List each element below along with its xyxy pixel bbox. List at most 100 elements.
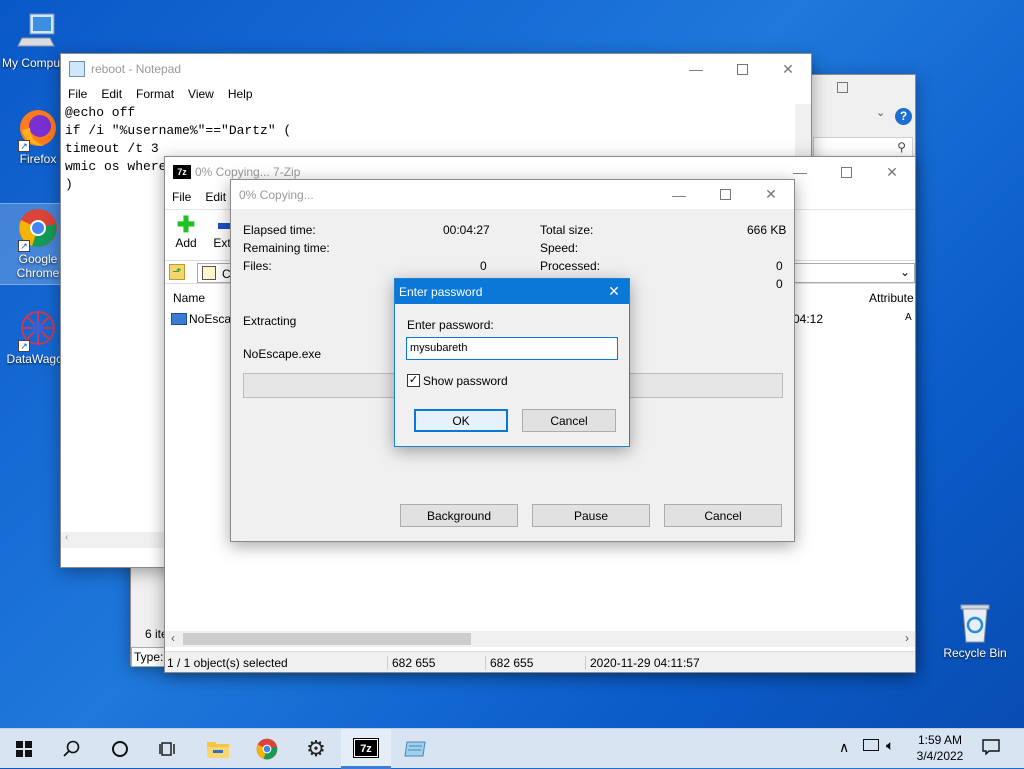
cortana-circle-icon [112,741,128,757]
taskbar-file-explorer[interactable] [194,729,242,769]
task-view-button[interactable] [144,729,192,769]
notification-button[interactable] [982,739,1000,756]
shortcut-arrow-icon: ↗ [18,140,30,152]
up-folder-icon[interactable]: ⬏ [169,264,185,280]
chevron-down-icon[interactable]: ⌄ [900,265,910,279]
volume-icon[interactable]: 🔈︎ [886,737,894,754]
gear-icon: ⚙ [306,736,326,761]
minimize-button[interactable]: — [656,180,702,210]
background-button[interactable]: Background [400,504,518,527]
show-password-checkbox[interactable]: ✓ [407,374,420,387]
speed-label: Speed: [540,241,579,255]
scroll-right-icon[interactable]: › [905,631,909,645]
scroll-left-icon: ‹ [65,532,69,543]
menu-edit[interactable]: Edit [94,87,129,101]
text-line: if /i "%username%"=="Dartz" ( [65,123,292,138]
notepad-titlebar[interactable]: reboot - Notepad — ✕ [61,54,811,84]
minimize-icon: — [689,61,703,77]
window-title: 0% Copying... [239,187,314,202]
search-button[interactable] [48,729,96,769]
ok-button[interactable]: OK [414,409,508,432]
menu-edit[interactable]: Edit [198,190,233,204]
type-field[interactable]: Type: [131,647,167,667]
taskbar: ⚙ 7z ∧ 🔈︎ 1:59 AM 3/4/2022 [0,728,1024,769]
desktop-icon-label: Recycle Bin [943,646,1007,660]
menu-view[interactable]: View [181,87,221,101]
cancel-button[interactable]: Cancel [522,409,616,432]
7zip-icon: 7z [353,737,379,758]
close-button[interactable]: ✕ [869,157,915,187]
taskbar-chrome[interactable] [243,729,291,769]
elapsed-time-label: Elapsed time: [243,223,316,237]
search-icon [63,740,80,757]
folder-icon [207,742,229,758]
processed-value: 0 [776,259,783,273]
pause-button[interactable]: Pause [532,504,650,527]
current-file: NoEscape.exe [243,347,322,361]
clock[interactable]: 1:59 AM 3/4/2022 [912,732,968,764]
cortana-button[interactable] [96,729,144,769]
shortcut-arrow-icon: ↗ [18,340,30,352]
menu-file[interactable]: File [165,190,198,204]
close-button[interactable]: ✕ [765,54,811,84]
close-icon: ✕ [886,163,898,180]
maximize-icon[interactable] [837,82,848,93]
status-bar: 1 / 1 object(s) selected 682 655 682 655… [165,651,915,672]
column-header-attributes[interactable]: Attribute [869,291,914,305]
menu-help[interactable]: Help [221,87,260,101]
add-button[interactable]: ✚ Add [171,214,201,251]
task-view-icon [159,742,175,756]
folder-icon [202,266,216,280]
chrome-icon [256,738,278,760]
password-titlebar[interactable]: Enter password ✕ [395,279,629,304]
windows-logo-icon [16,741,32,757]
column-header-name[interactable]: Name [173,291,205,305]
extract-icon [218,223,230,229]
notification-icon [982,739,1000,756]
firefox-icon: ↗ [16,106,60,152]
horizontal-scrollbar[interactable]: ‹ [61,532,165,548]
elapsed-time-value: 00:04:27 [443,223,490,237]
shortcut-arrow-icon: ↗ [18,240,30,252]
show-password-label: Show password [423,374,508,388]
help-icon[interactable]: ? [895,108,912,125]
clock-time: 1:59 AM [917,733,963,747]
scroll-left-icon[interactable]: ‹ [171,631,175,645]
search-icon: ⚲ [897,140,906,154]
total-size-value: 666 KB [747,223,787,237]
compressed-value: 0 [776,277,783,291]
taskbar-7zip[interactable]: 7z [341,729,391,769]
taskbar-settings[interactable]: ⚙ [292,729,340,769]
maximize-button[interactable] [823,157,869,187]
password-input[interactable]: mysubareth [406,337,618,360]
computer-icon [16,10,60,54]
files-value: 0 [480,259,487,273]
minimize-button[interactable]: — [673,54,719,84]
start-button[interactable] [0,729,48,769]
horizontal-scrollbar[interactable]: ‹ › [165,631,915,647]
chevron-down-icon[interactable]: ⌄ [876,106,885,119]
password-dialog[interactable]: Enter password ✕ Enter password: mysubar… [394,278,630,447]
notepad-icon [404,741,426,757]
network-icon[interactable] [863,739,879,751]
close-icon: ✕ [782,60,794,77]
taskbar-notepad[interactable] [391,729,439,769]
tray-show-hidden-icon[interactable]: ∧ [839,739,849,756]
checkmark-icon: ✓ [408,374,419,386]
maximize-icon [736,63,748,75]
close-icon[interactable]: ✕ [599,283,629,300]
7zip-app-icon: 7z [173,165,191,179]
file-attribute: A [905,312,912,323]
maximize-button[interactable] [702,180,748,210]
close-button[interactable]: ✕ [748,180,794,210]
files-label: Files: [243,259,272,273]
menu-file[interactable]: File [61,87,94,101]
desktop-icon-recycle-bin[interactable]: Recycle Bin [937,600,1013,660]
copying-titlebar[interactable]: 0% Copying... — ✕ [231,180,794,209]
menu-format[interactable]: Format [129,87,181,101]
maximize-button[interactable] [719,54,765,84]
remaining-time-label: Remaining time: [243,241,330,255]
datawagon-icon: ↗ [16,306,60,352]
scroll-thumb[interactable] [183,633,471,645]
cancel-button[interactable]: Cancel [664,504,782,527]
